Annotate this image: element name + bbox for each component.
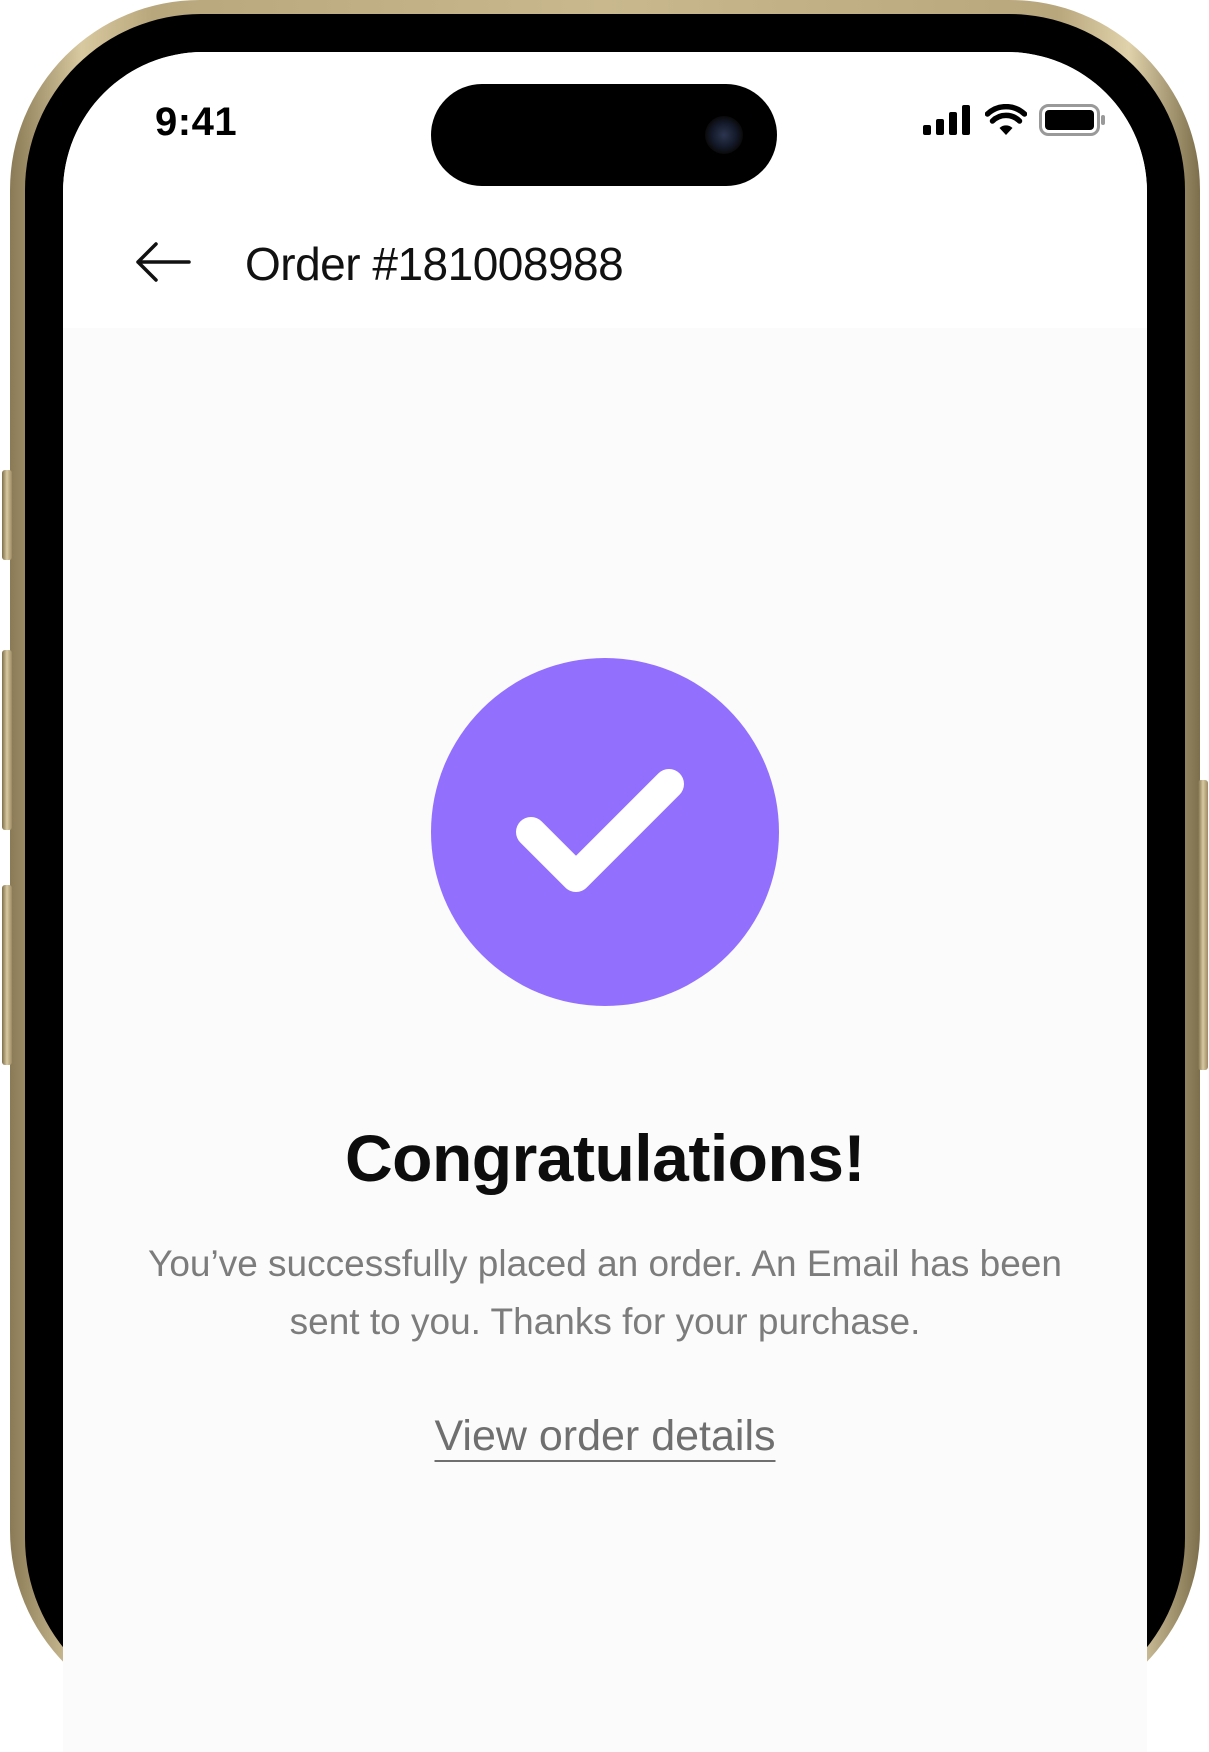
status-icons [923, 102, 1107, 138]
checkmark-icon [516, 769, 684, 892]
camera-icon [705, 116, 743, 154]
status-time: 9:41 [155, 100, 238, 144]
volume-down-button [2, 885, 12, 1065]
phone-screen: 9:41 Order #181008988 Congratulations! Y… [63, 52, 1147, 1752]
success-heading: Congratulations! [345, 1121, 865, 1195]
dynamic-island [431, 84, 777, 186]
signal-icon [923, 105, 970, 135]
volume-up-button [2, 650, 12, 830]
power-button [1198, 780, 1208, 1070]
wifi-icon [985, 104, 1027, 135]
success-message: You’ve successfully placed an order. An … [148, 1243, 1062, 1342]
success-badge [431, 658, 779, 1006]
battery-icon [1039, 104, 1105, 136]
page-title: Order #181008988 [245, 238, 624, 290]
arrow-left-icon [136, 242, 191, 282]
view-order-details-link[interactable]: View order details [435, 1412, 776, 1460]
back-button[interactable] [133, 240, 193, 284]
action-button [2, 470, 12, 560]
view-order-details-link-wrap: View order details [63, 1412, 1147, 1461]
